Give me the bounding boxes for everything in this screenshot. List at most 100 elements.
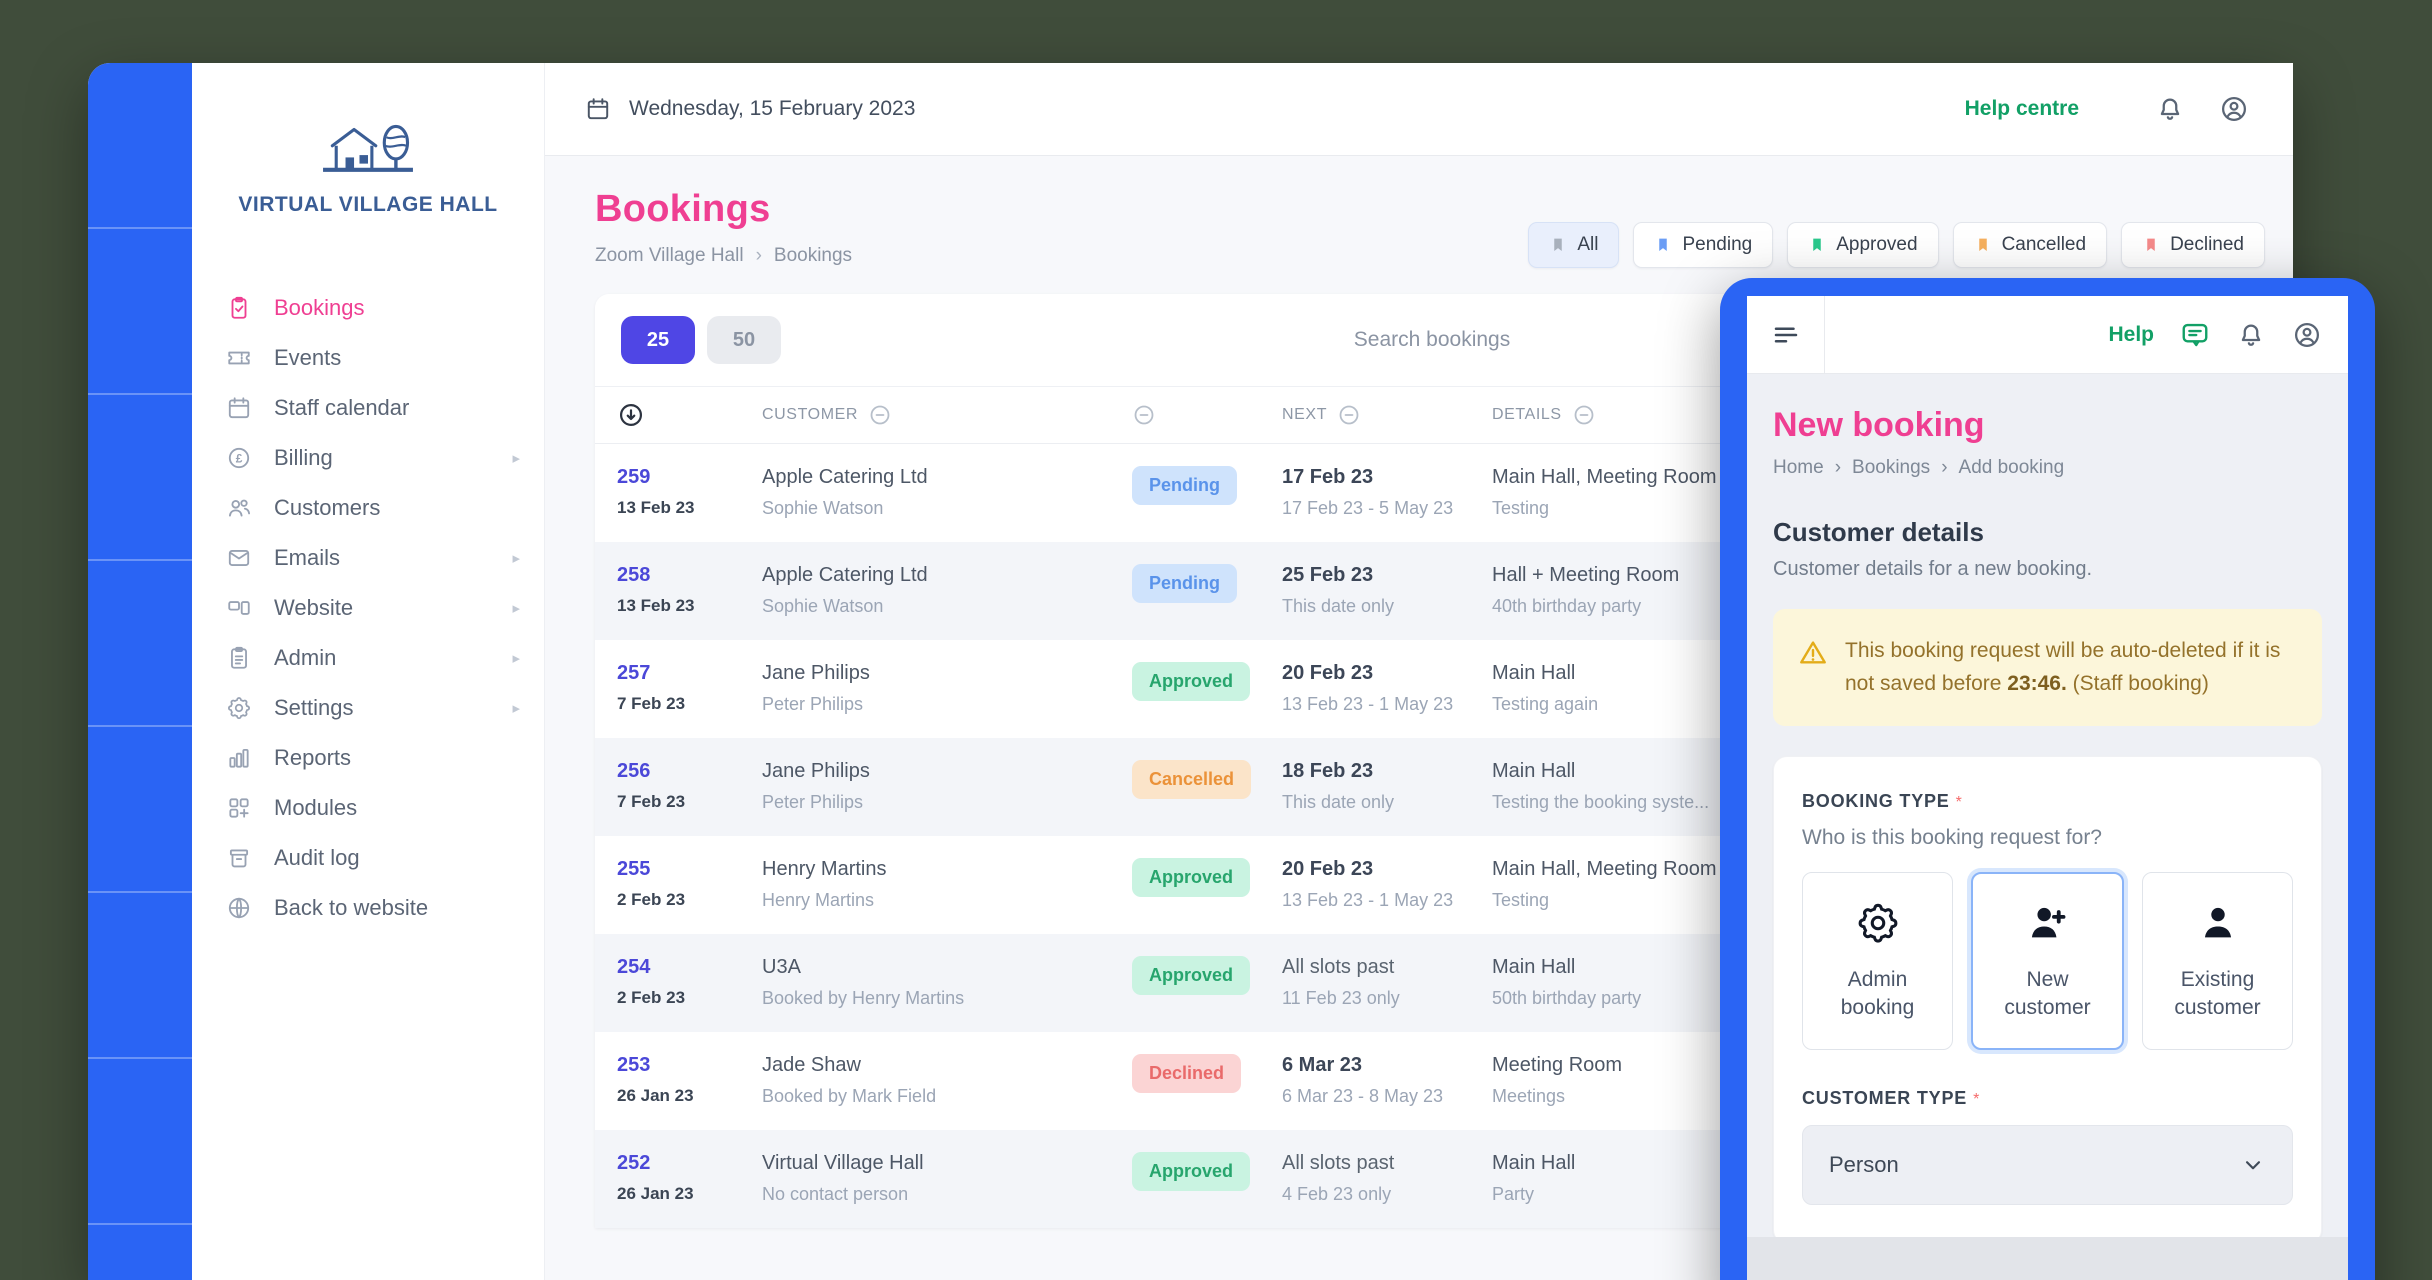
- sidebar-item-emails[interactable]: Emails ▸: [192, 533, 544, 583]
- sidebar-item-billing[interactable]: £ Billing ▸: [192, 433, 544, 483]
- sidebar-item-website[interactable]: Website ▸: [192, 583, 544, 633]
- breadcrumb-bookings[interactable]: Bookings: [1852, 457, 1930, 479]
- sidebar-item-label: Website: [274, 595, 353, 621]
- section-title: Customer details: [1773, 517, 2322, 548]
- sidebar-item-admin[interactable]: Admin ▸: [192, 633, 544, 683]
- warning-triangle-icon: [1797, 637, 1829, 669]
- sidebar-item-label: Settings: [274, 695, 354, 721]
- breadcrumb-current: Bookings: [774, 245, 852, 267]
- ticket-icon: [226, 345, 252, 371]
- breadcrumb-site[interactable]: Zoom Village Hall: [595, 245, 744, 267]
- bookings-clipboard-icon: [226, 295, 252, 321]
- chevron-right-icon: ▸: [512, 549, 520, 567]
- panel-footer-bar: [1747, 1237, 2348, 1280]
- gear-icon: [226, 695, 252, 721]
- modules-grid-icon: [226, 795, 252, 821]
- page-title: Bookings: [595, 188, 852, 231]
- panel-breadcrumb: Home › Bookings › Add booking: [1773, 457, 2322, 479]
- collapse-column-icon[interactable]: [1132, 403, 1156, 427]
- customer-type-select[interactable]: Person: [1802, 1125, 2293, 1205]
- status-badge: Pending: [1132, 564, 1237, 603]
- option-new-customer[interactable]: New customer: [1971, 872, 2124, 1050]
- sidebar-item-label: Billing: [274, 445, 333, 471]
- sidebar-item-events[interactable]: Events: [192, 333, 544, 383]
- collapse-column-icon[interactable]: [1572, 403, 1596, 427]
- sidebar-item-audit-log[interactable]: Audit log: [192, 833, 544, 883]
- chevron-down-icon: [2240, 1152, 2266, 1178]
- user-avatar-icon[interactable]: [2292, 320, 2322, 350]
- status-badge: Pending: [1132, 466, 1237, 505]
- filter-pending[interactable]: Pending: [1633, 222, 1773, 268]
- sidebar-item-back-to-website[interactable]: Back to website: [192, 883, 544, 933]
- customer-type-label: CUSTOMER TYPE: [1802, 1088, 1967, 1108]
- sidebar-item-modules[interactable]: Modules: [192, 783, 544, 833]
- blue-rail: [88, 63, 192, 1280]
- sidebar-item-bookings[interactable]: Bookings: [192, 283, 544, 333]
- bell-icon[interactable]: [2155, 94, 2185, 124]
- auto-delete-warning: This booking request will be auto-delete…: [1773, 609, 2322, 726]
- page-size-50-button[interactable]: 50: [707, 316, 781, 364]
- date-text: Wednesday, 15 February 2023: [629, 97, 915, 121]
- chevron-right-icon: ▸: [512, 599, 520, 617]
- sidebar-item-label: Staff calendar: [274, 395, 409, 421]
- calendar-icon: [226, 395, 252, 421]
- help-link[interactable]: Help: [2108, 323, 2154, 347]
- help-chat-icon[interactable]: [2180, 320, 2210, 350]
- option-existing-customer[interactable]: Existing customer: [2142, 872, 2293, 1050]
- sidebar-item-settings[interactable]: Settings ▸: [192, 683, 544, 733]
- booking-type-options: Admin booking New customer Existing cust…: [1802, 872, 2293, 1050]
- user-avatar-icon[interactable]: [2219, 94, 2249, 124]
- option-admin-booking[interactable]: Admin booking: [1802, 872, 1953, 1050]
- sidebar: VIRTUAL VILLAGE HALL Bookings Events: [192, 63, 545, 1280]
- brand-name: VIRTUAL VILLAGE HALL: [238, 193, 497, 217]
- column-header-next: NEXT: [1282, 403, 1492, 427]
- sort-descending-icon[interactable]: [617, 401, 762, 429]
- filter-all[interactable]: All: [1528, 222, 1619, 268]
- status-badge: Approved: [1132, 1152, 1250, 1191]
- sidebar-item-label: Modules: [274, 795, 357, 821]
- sidebar-item-label: Back to website: [274, 895, 428, 921]
- page-size-25-button[interactable]: 25: [621, 316, 695, 364]
- collapse-column-icon[interactable]: [868, 403, 892, 427]
- filter-approved[interactable]: Approved: [1787, 222, 1938, 268]
- bookmark-icon: [1974, 234, 1992, 256]
- collapse-column-icon[interactable]: [1337, 403, 1361, 427]
- status-badge: Approved: [1132, 956, 1250, 995]
- required-asterisk: *: [1956, 794, 1962, 811]
- breadcrumb-home[interactable]: Home: [1773, 457, 1824, 479]
- bar-chart-icon: [226, 745, 252, 771]
- required-asterisk: *: [1973, 1091, 1979, 1108]
- status-badge: Declined: [1132, 1054, 1241, 1093]
- sidebar-item-label: Audit log: [274, 845, 360, 871]
- sidebar-item-staff-calendar[interactable]: Staff calendar: [192, 383, 544, 433]
- customer-type-label-row: CUSTOMER TYPE *: [1802, 1088, 2293, 1109]
- globe-icon: [226, 895, 252, 921]
- topbar: Wednesday, 15 February 2023 Help centre: [545, 63, 2293, 156]
- sidebar-item-customers[interactable]: Customers: [192, 483, 544, 533]
- panel-title: New booking: [1773, 406, 2322, 445]
- warning-text: This booking request will be auto-delete…: [1845, 635, 2298, 700]
- person-icon: [2195, 900, 2241, 946]
- page-size-switch: 25 50: [621, 316, 781, 364]
- status-badge: Approved: [1132, 858, 1250, 897]
- sidebar-item-reports[interactable]: Reports: [192, 733, 544, 783]
- panel-body: New booking Home › Bookings › Add bookin…: [1747, 406, 2348, 1244]
- status-badge: Cancelled: [1132, 760, 1251, 799]
- website-icon: [226, 595, 252, 621]
- booking-type-label-row: BOOKING TYPE*: [1802, 791, 2293, 812]
- filter-cancelled[interactable]: Cancelled: [1953, 222, 2108, 268]
- bell-icon[interactable]: [2236, 320, 2266, 350]
- new-booking-mobile-panel: Help New booking Home › Bookings › Add b…: [1720, 278, 2375, 1280]
- help-centre-link[interactable]: Help centre: [1965, 97, 2079, 121]
- sidebar-item-label: Emails: [274, 545, 340, 571]
- breadcrumb-current: Add booking: [1959, 457, 2065, 479]
- chevron-right-icon: ▸: [512, 699, 520, 717]
- column-header-customer: CUSTOMER: [762, 403, 1132, 427]
- gear-icon: [1855, 900, 1901, 946]
- sidebar-nav: Bookings Events Staff calendar £: [192, 283, 544, 933]
- filter-declined[interactable]: Declined: [2121, 222, 2265, 268]
- booking-type-question: Who is this booking request for?: [1802, 826, 2293, 850]
- menu-icon[interactable]: [1747, 296, 1825, 373]
- page-background: VIRTUAL VILLAGE HALL Bookings Events: [0, 0, 2432, 1280]
- calendar-icon: [585, 96, 611, 122]
